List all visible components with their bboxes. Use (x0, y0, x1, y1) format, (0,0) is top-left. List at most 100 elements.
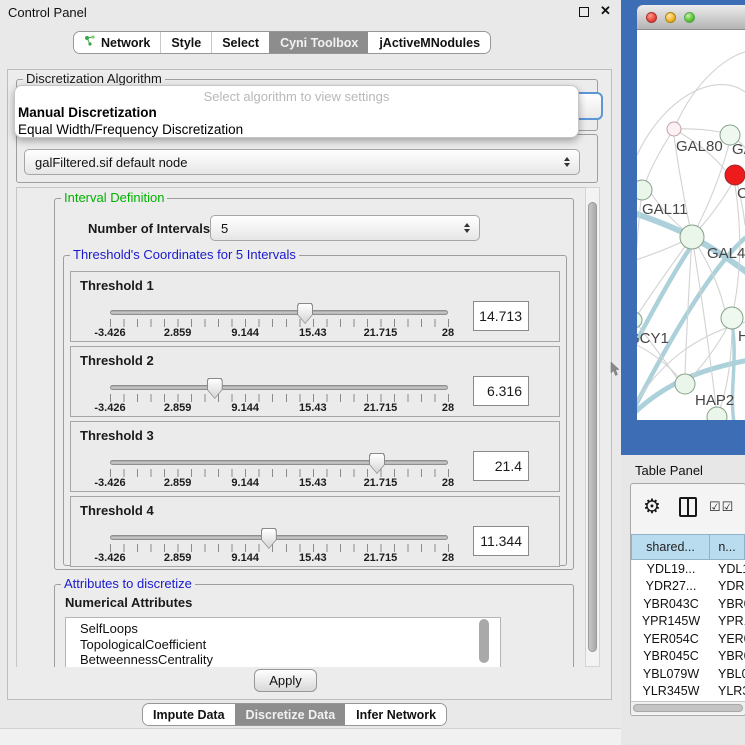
table-cell[interactable]: YBR0 (710, 649, 745, 663)
table-cell[interactable]: YDL1 (710, 562, 745, 576)
horizontal-scrollbar[interactable] (631, 701, 745, 713)
popup-hint: Select algorithm to view settings (15, 89, 578, 104)
table-row[interactable]: YDR27...YDR2 (632, 578, 745, 596)
table-cell[interactable]: YLR3 (710, 684, 745, 698)
table-row[interactable]: YBR045CYBR0 (632, 648, 745, 666)
table-header-row: shared... n... (631, 534, 745, 560)
column-header[interactable]: n... (710, 534, 745, 560)
tick-label: 21.715 (364, 552, 398, 564)
close-traffic-light-icon[interactable] (646, 12, 657, 23)
tick-label: 9.144 (231, 477, 259, 489)
tab-discretize-data[interactable]: Discretize Data (235, 704, 346, 725)
network-node[interactable] (721, 307, 743, 329)
table-cell[interactable]: YPR1 (710, 614, 745, 628)
tab-label: Select (222, 36, 259, 50)
table-cell[interactable]: YBR045C (632, 649, 710, 663)
algorithm-option-manual-discretization[interactable]: Manual Discretization (18, 104, 575, 121)
apply-button[interactable]: Apply (254, 669, 317, 692)
stepper-arrows-icon (464, 223, 470, 233)
float-window-icon[interactable] (579, 7, 589, 17)
tick-label: 28 (442, 402, 454, 414)
table-cell[interactable]: YDR27... (632, 579, 710, 593)
table-row[interactable]: YBL079WYBL0 (632, 665, 745, 683)
network-view[interactable]: GAL80GACGAL11GAL4GCY1HHAP2 (637, 30, 745, 420)
threshold-value-box[interactable]: 14.713 (473, 301, 529, 331)
table-data-group: Table Data galFiltered.sif default node (16, 134, 598, 183)
threshold-panel: Threshold 4 -3.4262.8599.14415.4321.7152… (70, 496, 560, 567)
attributes-scrollbar[interactable] (479, 619, 489, 663)
num-intervals-combobox[interactable]: 5 (210, 215, 480, 241)
table-data-combobox[interactable]: galFiltered.sif default node (24, 149, 580, 175)
attributes-listbox[interactable]: SelfLoopsTopologicalCoefficientBetweenne… (65, 617, 501, 667)
tab-infer-network[interactable]: Infer Network (345, 704, 446, 725)
tick-label: 21.715 (364, 327, 398, 339)
network-node[interactable] (637, 312, 642, 328)
threshold-value-box[interactable]: 11.344 (473, 526, 529, 556)
tick-label: 28 (442, 477, 454, 489)
network-node-label: H (738, 328, 745, 345)
tab-jactivemnodules[interactable]: jActiveMNodules (368, 32, 490, 53)
network-node[interactable] (637, 180, 652, 200)
tick-label: 9.144 (231, 552, 259, 564)
attribute-item[interactable]: BetweennessCentrality (80, 652, 500, 667)
table-cell[interactable]: YBL0 (710, 667, 745, 681)
split-view-icon[interactable] (679, 497, 697, 517)
tab-label: jActiveMNodules (379, 36, 480, 50)
gear-icon[interactable]: ⚙ (643, 496, 661, 518)
tab-style[interactable]: Style (160, 32, 211, 53)
tab-impute-data[interactable]: Impute Data (143, 704, 235, 725)
tab-select[interactable]: Select (211, 32, 269, 53)
threshold-label: Threshold 2 (80, 353, 154, 368)
scrollbar-thumb[interactable] (588, 202, 597, 652)
table-row[interactable]: YLR345WYLR3 (632, 683, 745, 701)
threshold-value-box[interactable]: 21.4 (473, 451, 529, 481)
table-cell[interactable]: YER0 (710, 632, 745, 646)
tick-label: 9.144 (231, 327, 259, 339)
table-panel: Table Panel ⚙ ☑☑ shared... n... YDL19...… (621, 455, 745, 745)
table-cell[interactable]: YPR145W (632, 614, 710, 628)
thresholds-group: Threshold's Coordinates for 5 Intervals … (63, 255, 567, 566)
attributes-group: Attributes to discretize Numerical Attri… (54, 584, 574, 667)
checkbox-pair-icon[interactable]: ☑☑ (709, 499, 734, 515)
table-row[interactable]: YDL19...YDL1 (632, 560, 745, 578)
network-node[interactable] (675, 374, 695, 394)
table-row[interactable]: YER054CYER0 (632, 630, 745, 648)
table-cell[interactable]: YLR345W (632, 684, 710, 698)
slider-ticks (110, 394, 449, 402)
table-row[interactable]: YPR145WYPR1 (632, 613, 745, 631)
table-cell[interactable]: YBR043C (632, 597, 710, 611)
threshold-value-box[interactable]: 6.316 (473, 376, 529, 406)
close-icon[interactable]: ✕ (600, 3, 611, 19)
network-node-label: GCY1 (637, 330, 669, 347)
network-node-label: GAL80 (676, 138, 723, 155)
table-cell[interactable]: YER054C (632, 632, 710, 646)
attribute-item[interactable]: TopologicalCoefficient (80, 637, 500, 653)
network-node[interactable] (667, 122, 681, 136)
control-panel: Control Panel ✕ NetworkStyleSelectCyni T… (0, 0, 621, 745)
network-window: GAL80GACGAL11GAL4GCY1HHAP2 (637, 5, 745, 420)
attribute-item[interactable]: SelfLoops (80, 621, 500, 637)
zoom-traffic-light-icon[interactable] (684, 12, 695, 23)
window-titlebar[interactable] (637, 5, 745, 30)
tab-cyni-toolbox[interactable]: Cyni Toolbox (269, 32, 368, 53)
table-cell[interactable]: YDR2 (710, 579, 745, 593)
slider-ticks (110, 319, 449, 327)
table-cell[interactable]: YBR0 (710, 597, 745, 611)
table-cell[interactable]: YDL19... (632, 562, 710, 576)
slider-ticks (110, 469, 449, 477)
tab-network[interactable]: Network (74, 32, 160, 53)
desktop-background: GAL80GACGAL11GAL4GCY1HHAP2 (621, 0, 745, 455)
tick-label: 2.859 (164, 477, 192, 489)
table-cell[interactable]: YBL079W (632, 667, 710, 681)
tick-labels: -3.4262.8599.14415.4321.71528 (110, 552, 448, 565)
column-header[interactable]: shared... (631, 534, 710, 560)
network-graph[interactable]: GAL80GACGAL11GAL4GCY1HHAP2 (637, 30, 745, 420)
network-node[interactable] (725, 165, 745, 185)
scrollbar-thumb[interactable] (633, 704, 743, 712)
table-row[interactable]: YBR043CYBR0 (632, 595, 745, 613)
table-panel-title: Table Panel (635, 463, 703, 478)
network-node[interactable] (680, 225, 704, 249)
algorithm-option-equal-width-frequency-discretization[interactable]: Equal Width/Frequency Discretization (18, 121, 575, 138)
minimize-traffic-light-icon[interactable] (665, 12, 676, 23)
vertical-scrollbar[interactable] (585, 187, 600, 667)
